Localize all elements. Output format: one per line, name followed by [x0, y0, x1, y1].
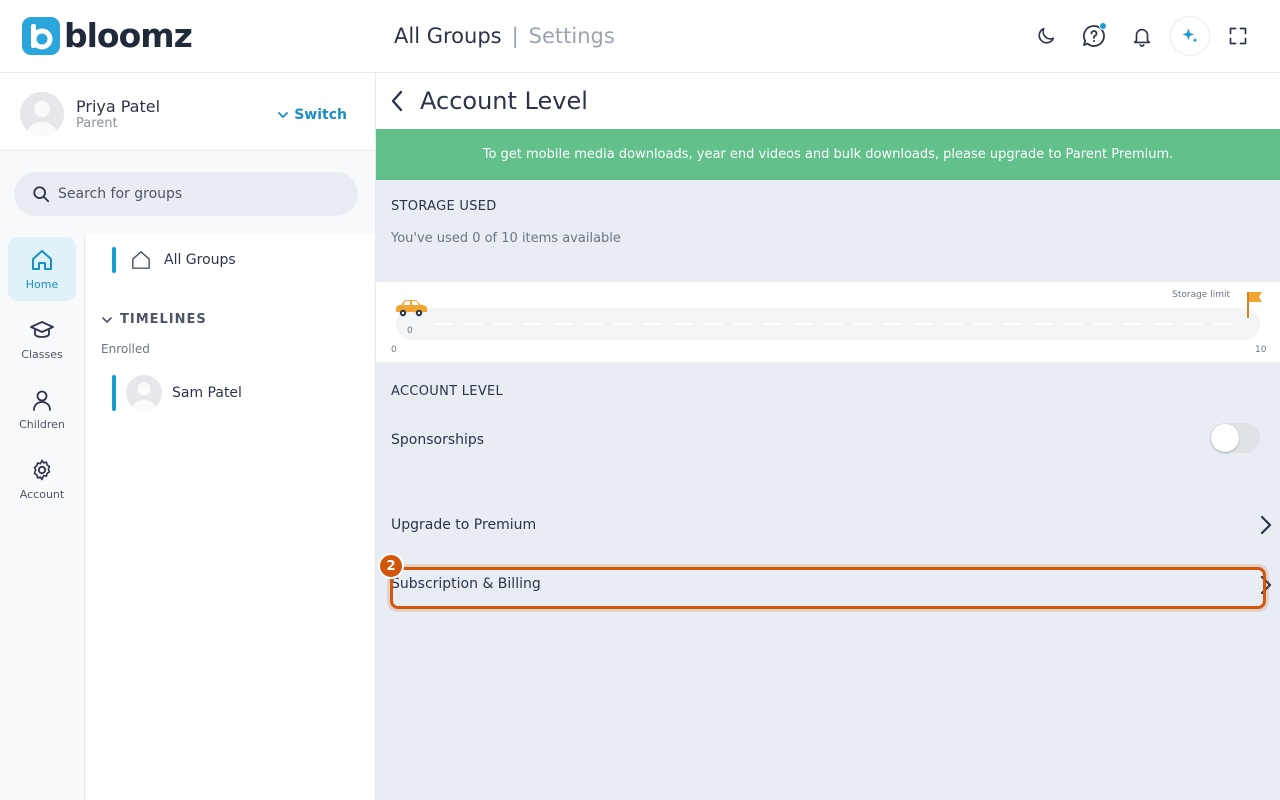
- dark-mode-button[interactable]: [1026, 16, 1066, 56]
- switch-account-button[interactable]: Switch: [278, 107, 347, 123]
- top-bar: bloomz All Groups | Settings: [0, 0, 1280, 73]
- switch-label: Switch: [294, 107, 347, 123]
- breadcrumb-all-groups[interactable]: All Groups: [394, 22, 502, 50]
- notification-dot: [1099, 22, 1107, 30]
- search-placeholder: Search for groups: [58, 186, 183, 202]
- notifications-button[interactable]: [1122, 16, 1162, 56]
- child-name: Sam Patel: [172, 385, 242, 401]
- breadcrumb: All Groups | Settings: [394, 22, 615, 50]
- group-indicator: [112, 247, 116, 273]
- nav-account[interactable]: Account: [8, 447, 76, 511]
- home-outline-icon: [132, 251, 150, 269]
- storage-track: [396, 308, 1260, 340]
- nav-home[interactable]: Home: [8, 237, 76, 301]
- search-input[interactable]: Search for groups: [14, 172, 358, 216]
- left-panel: Priya Patel Parent Switch Search for gro…: [0, 73, 376, 800]
- child-avatar: [126, 375, 162, 411]
- nav-account-label: Account: [19, 487, 65, 501]
- nav-classes-label: Classes: [21, 347, 63, 361]
- logo-text: bloomz: [64, 16, 193, 55]
- nav-home-label: Home: [25, 277, 59, 291]
- graduation-cap-icon: [30, 320, 54, 338]
- account-level-heading: ACCOUNT LEVEL: [391, 384, 504, 399]
- upgrade-premium-row[interactable]: Upgrade to Premium: [376, 509, 1280, 541]
- chevron-down-icon: [278, 112, 289, 119]
- profile-card: Priya Patel Parent Switch: [0, 73, 375, 151]
- logo-mark: [22, 17, 60, 55]
- fullscreen-icon: [1229, 27, 1247, 45]
- avatar-placeholder-icon: [20, 92, 64, 136]
- storage-max-tick: 10: [1255, 345, 1267, 355]
- storage-limit-label: Storage limit: [1172, 290, 1230, 300]
- home-icon: [32, 249, 52, 270]
- chevron-left-icon: [391, 90, 403, 112]
- avatar-placeholder-icon: [126, 375, 162, 411]
- storage-heading: STORAGE USED: [391, 199, 497, 214]
- sponsorships-label: Sponsorships: [391, 432, 485, 448]
- chevron-right-icon: [1260, 515, 1272, 535]
- breadcrumb-settings: Settings: [528, 24, 615, 48]
- bell-icon: [1133, 28, 1151, 47]
- nav-classes[interactable]: Classes: [8, 307, 76, 371]
- storage-note: You've used 0 of 10 items available: [391, 231, 621, 246]
- page-title: Account Level: [420, 87, 588, 115]
- nav-children[interactable]: Children: [8, 377, 76, 441]
- profile-name: Priya Patel: [76, 97, 161, 116]
- group-all-groups[interactable]: All Groups: [112, 247, 236, 273]
- main-content: Account Level To get mobile media downlo…: [376, 73, 1280, 800]
- timelines-section-toggle[interactable]: TIMELINES: [102, 312, 207, 327]
- flag-icon: [1244, 290, 1264, 324]
- logo-b-icon: [31, 24, 53, 50]
- fullscreen-button[interactable]: [1218, 16, 1258, 56]
- child-timeline-item[interactable]: Sam Patel: [112, 375, 242, 411]
- sparkle-icon: [1182, 28, 1198, 43]
- storage-meter: 0 Storage limit 0 10: [376, 282, 1280, 362]
- storage-min-tick: 0: [391, 345, 397, 355]
- highlight-outline: [390, 567, 1266, 609]
- search-icon: [33, 186, 50, 203]
- sponsorships-toggle[interactable]: [1210, 423, 1260, 453]
- gear-icon: [33, 459, 51, 480]
- page-header: Account Level: [376, 73, 1280, 129]
- car-value-label: 0: [407, 326, 413, 336]
- group-indicator: [112, 375, 116, 411]
- car-icon: [392, 296, 430, 322]
- moon-icon: [1038, 27, 1055, 44]
- nav-children-label: Children: [19, 417, 65, 431]
- storage-road-dashes: [434, 323, 1240, 325]
- help-chat-button[interactable]: [1074, 16, 1114, 56]
- back-button[interactable]: [390, 89, 410, 113]
- top-icons: [1026, 16, 1258, 56]
- groups-panel: All Groups TIMELINES Enrolled Sam Patel: [86, 234, 375, 800]
- profile-role: Parent: [76, 116, 118, 131]
- breadcrumb-separator: |: [511, 24, 519, 48]
- bloomz-logo[interactable]: bloomz: [22, 16, 193, 55]
- group-all-groups-label: All Groups: [164, 252, 236, 268]
- enrolled-label: Enrolled: [101, 342, 150, 356]
- ai-assistant-button[interactable]: [1170, 16, 1210, 56]
- chevron-down-icon: [102, 316, 112, 323]
- toggle-knob: [1211, 424, 1239, 452]
- timelines-heading: TIMELINES: [120, 312, 207, 327]
- side-nav: Home Classes Children Account: [0, 234, 85, 800]
- avatar[interactable]: [20, 92, 64, 136]
- sponsorships-row: Sponsorships: [376, 423, 1280, 457]
- step-badge: 2: [378, 553, 404, 579]
- upgrade-banner: To get mobile media downloads, year end …: [376, 129, 1280, 180]
- upgrade-premium-label: Upgrade to Premium: [391, 517, 537, 533]
- person-icon: [33, 390, 51, 411]
